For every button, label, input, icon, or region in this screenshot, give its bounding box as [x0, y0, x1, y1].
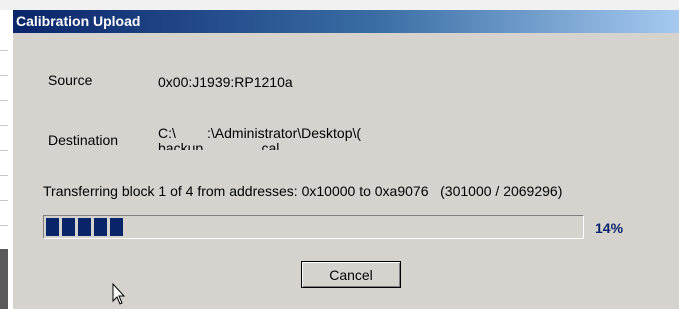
progress-bar — [43, 215, 584, 239]
dialog-title: Calibration Upload — [13, 10, 679, 33]
progress-percent: 14% — [595, 220, 624, 236]
calibration-upload-dialog: Calibration Upload Source 0x00:J1939:RP1… — [12, 10, 679, 309]
background-window-edge — [0, 10, 12, 309]
destination-value: C:\ :\Administrator\Desktop\( backup cal — [158, 126, 362, 150]
transfer-status-text: Transferring block 1 of 4 from addresses… — [43, 183, 563, 199]
source-value: 0x00:J1939:RP1210a — [158, 74, 293, 90]
source-label: Source — [48, 72, 93, 88]
background-window-strip — [0, 0, 679, 10]
mouse-pointer-icon — [112, 283, 126, 305]
progress-bar-fill — [46, 218, 123, 236]
cancel-button[interactable]: Cancel — [301, 261, 401, 288]
destination-label: Destination — [48, 132, 119, 148]
